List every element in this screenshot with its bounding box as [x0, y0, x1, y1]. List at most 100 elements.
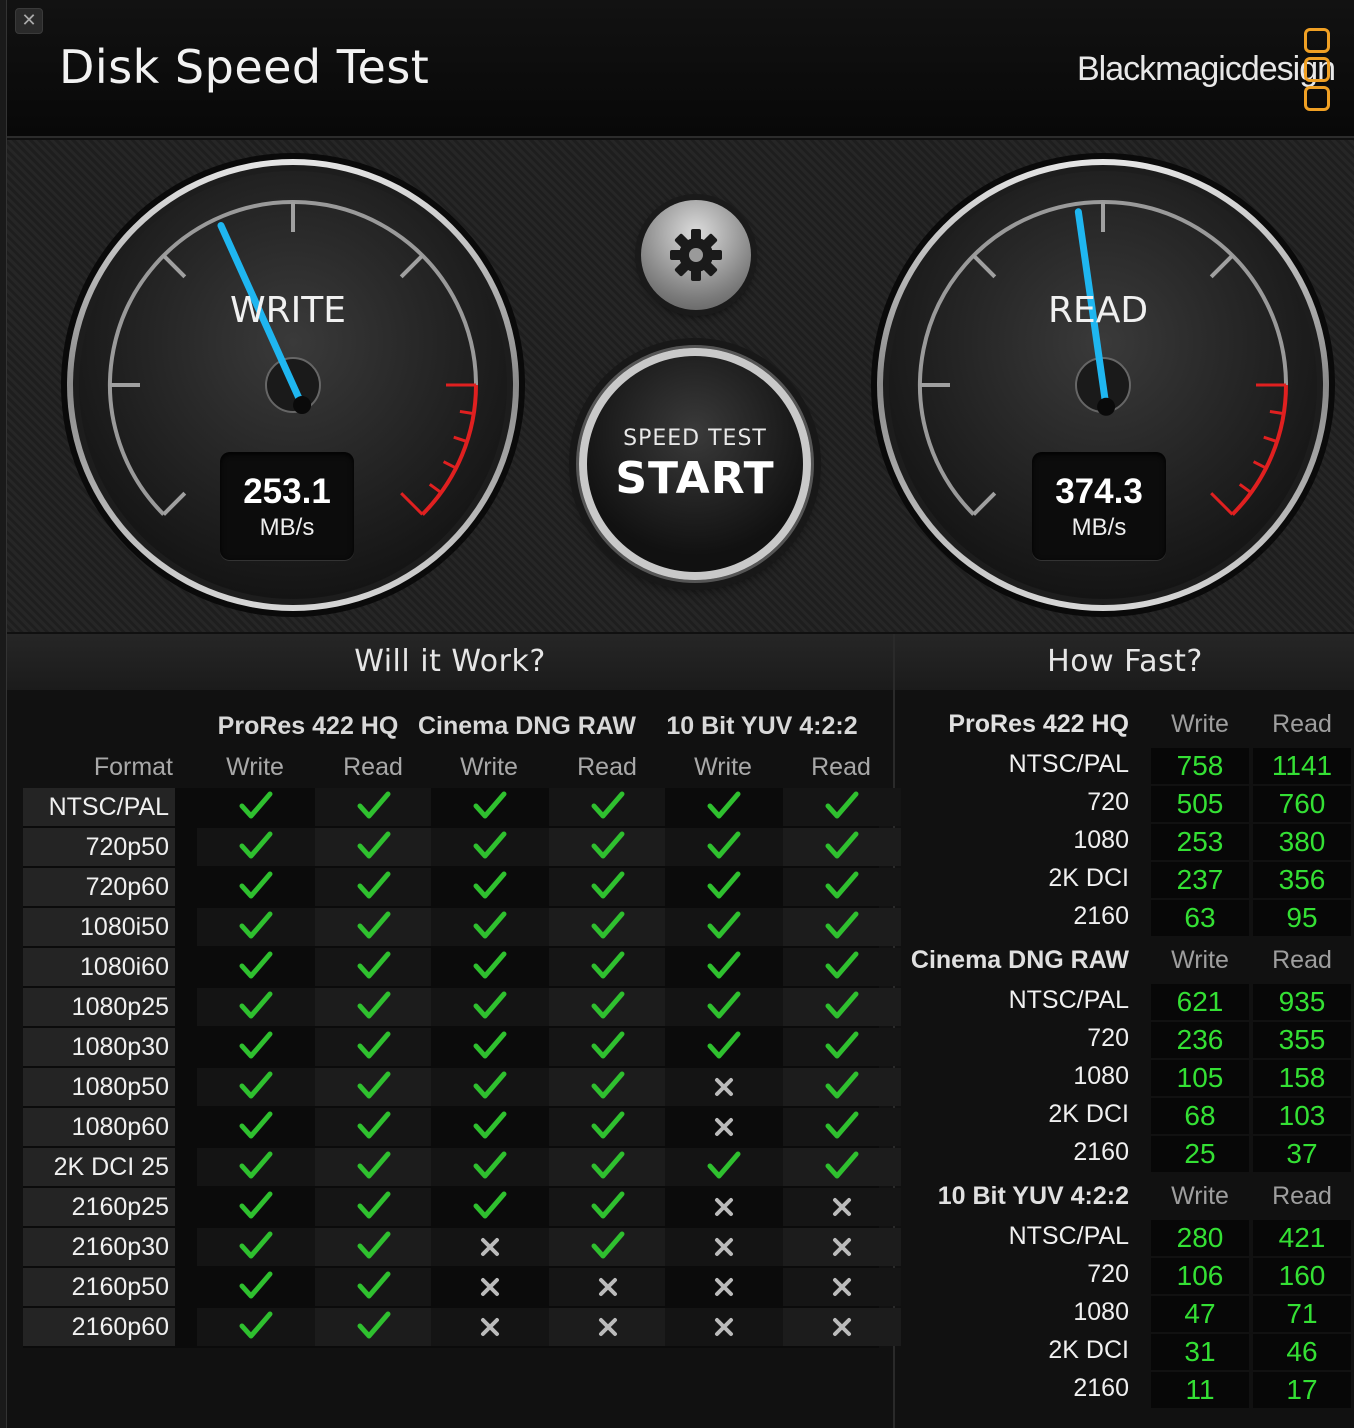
result-pass [783, 828, 901, 866]
format-label: 720p60 [23, 868, 175, 906]
cross-icon [715, 1238, 733, 1256]
how-fast-write-fps: 63 [1151, 900, 1249, 936]
result-pass [431, 948, 549, 986]
how-fast-read-fps: 37 [1253, 1136, 1351, 1172]
how-fast-read-fps: 356 [1253, 862, 1351, 898]
checkmark-icon [473, 991, 507, 1019]
how-fast-format-label: 720 [1087, 1024, 1129, 1052]
checkmark-icon [357, 871, 391, 899]
checkmark-icon [357, 1191, 391, 1219]
result-fail [783, 1188, 901, 1226]
checkmark-icon [591, 1231, 625, 1259]
format-label: 1080i50 [23, 908, 175, 946]
result-fail [783, 1268, 901, 1306]
checkmark-icon [825, 1151, 859, 1179]
checkmark-icon [357, 791, 391, 819]
result-pass [549, 828, 667, 866]
how-fast-write-header: Write [1171, 710, 1229, 738]
settings-button[interactable] [641, 200, 751, 310]
how-fast-format-label: 2K DCI [1048, 1100, 1129, 1128]
checkmark-icon [473, 1071, 507, 1099]
checkmark-icon [591, 871, 625, 899]
checkmark-icon [591, 831, 625, 859]
how-fast-format-label: 2K DCI [1048, 1336, 1129, 1364]
result-pass [431, 868, 549, 906]
result-pass [783, 1108, 901, 1146]
result-pass [197, 1108, 315, 1146]
format-label: 1080p60 [23, 1108, 175, 1146]
result-pass [315, 988, 433, 1026]
checkmark-icon [707, 791, 741, 819]
how-fast-header: How Fast? [895, 634, 1354, 690]
cross-icon [833, 1318, 851, 1336]
result-pass [431, 1148, 549, 1186]
needle-counterweight [1097, 397, 1116, 416]
result-pass [197, 948, 315, 986]
table-row: 2160p25 [23, 1188, 901, 1228]
start-button-caption: SPEED TEST [623, 426, 767, 451]
checkmark-icon [357, 911, 391, 939]
cross-icon [715, 1278, 733, 1296]
result-pass [549, 948, 667, 986]
table-row: 1080p25 [23, 988, 901, 1028]
how-fast-format-label: 1080 [1073, 1062, 1129, 1090]
how-fast-codec-header: ProRes 422 HQ [948, 710, 1129, 738]
result-fail [783, 1308, 901, 1346]
checkmark-icon [239, 1031, 273, 1059]
result-pass [431, 1068, 549, 1106]
result-fail [665, 1308, 783, 1346]
result-pass [665, 788, 783, 826]
result-pass [315, 1108, 433, 1146]
compatibility-grid: NTSC/PAL 720p50 720p60 1080i50 1080i60 1080p2… [23, 788, 901, 1348]
how-fast-read-header: Read [1272, 710, 1332, 738]
result-fail [549, 1308, 667, 1346]
title-bar: ✕ Disk Speed Test Blackmagicdesign [7, 0, 1354, 138]
needle-counterweight [293, 396, 312, 415]
format-label: 1080p25 [23, 988, 175, 1026]
checkmark-icon [239, 1111, 273, 1139]
format-column-header: Format [93, 753, 173, 781]
checkmark-icon [357, 1031, 391, 1059]
checkmark-icon [357, 1231, 391, 1259]
checkmark-icon [357, 1311, 391, 1339]
checkmark-icon [825, 911, 859, 939]
format-label: 1080p50 [23, 1068, 175, 1106]
result-fail [431, 1308, 549, 1346]
checkmark-icon [591, 1191, 625, 1219]
checkmark-icon [239, 871, 273, 899]
checkmark-icon [473, 791, 507, 819]
format-label: 2K DCI 25 [23, 1148, 175, 1186]
column-header-read: Read [577, 753, 637, 781]
table-row: 1080i50 [23, 908, 901, 948]
write-speed-unit: MB/s [259, 514, 315, 541]
table-row: 2160p30 [23, 1228, 901, 1268]
checkmark-icon [239, 1271, 273, 1299]
result-pass [549, 1228, 667, 1266]
result-pass [315, 788, 433, 826]
checkmark-icon [239, 951, 273, 979]
result-pass [315, 908, 433, 946]
table-row: 720p60 [23, 868, 901, 908]
column-header-read: Read [811, 753, 871, 781]
result-pass [197, 1268, 315, 1306]
result-pass [783, 908, 901, 946]
checkmark-icon [357, 1151, 391, 1179]
table-row: NTSC/PAL [23, 788, 901, 828]
checkmark-icon [825, 871, 859, 899]
table-row: 2160p60 [23, 1308, 901, 1348]
result-pass [431, 1108, 549, 1146]
checkmark-icon [239, 1071, 273, 1099]
close-button[interactable]: ✕ [15, 8, 43, 34]
result-pass [783, 988, 901, 1026]
result-pass [431, 988, 549, 1026]
result-pass [549, 908, 667, 946]
result-pass [665, 828, 783, 866]
cross-icon [481, 1318, 499, 1336]
start-button[interactable]: SPEED TEST START [579, 348, 811, 580]
read-speed-value: 374.3 [1055, 472, 1143, 511]
result-pass [197, 1148, 315, 1186]
how-fast-format-label: 1080 [1073, 826, 1129, 854]
codec-header-prores: ProRes 422 HQ [217, 712, 399, 740]
result-pass [315, 1068, 433, 1106]
how-fast-read-fps: 160 [1253, 1258, 1351, 1294]
